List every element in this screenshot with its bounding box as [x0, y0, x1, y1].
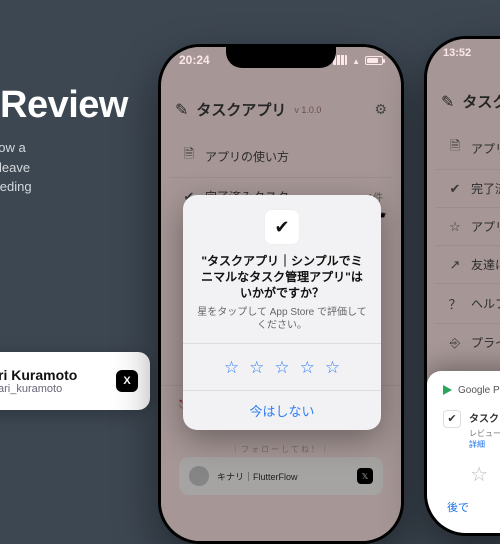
- app-title: タスクアプリ: [196, 99, 286, 120]
- star-icon[interactable]: ☆: [325, 350, 340, 378]
- follow-caption: ｜フォローしてね！｜: [161, 444, 401, 455]
- follow-card[interactable]: キナリ｜FlutterFlow 𝕏: [179, 457, 383, 495]
- store-name: Google Play: [458, 385, 500, 396]
- author-card[interactable]: ri Kuramoto ari_kuramoto X: [0, 352, 150, 410]
- later-button[interactable]: 後で: [439, 493, 500, 515]
- app-icon: ✔︎: [264, 209, 300, 245]
- star-icon: ☆: [445, 219, 465, 235]
- pencil-icon: ✎: [441, 92, 454, 112]
- star-icon[interactable]: ☆: [300, 350, 315, 378]
- menu-label: 友達に紹介する: [471, 256, 500, 273]
- x-icon: X: [116, 370, 138, 392]
- star-rating[interactable]: ☆ ☆ ☆ ☆ ☆: [183, 343, 381, 391]
- more-link[interactable]: 詳細: [469, 440, 485, 449]
- menu-row[interactable]: 🗎 アプリの使い方: [435, 127, 500, 169]
- pencil-icon: ✎: [175, 100, 188, 120]
- android-clock: 13:52: [443, 47, 471, 59]
- menu-row[interactable]: ↗ 友達に紹介する: [435, 245, 500, 283]
- menu-label: アプリの使い方: [471, 140, 500, 157]
- android-review-sheet: Google Play ✔︎ タスクアプリ｜シンプル レビューはデベロッパーとた…: [427, 371, 500, 533]
- menu-label: アプリの使い方: [205, 148, 383, 165]
- menu-label: プライバシーポリシー: [471, 334, 500, 351]
- star-icon[interactable]: ☆: [224, 350, 239, 378]
- ios-phone: 20:24 ✎ タスクアプリ v 1.0.0 ⚙︎ 🗎: [158, 44, 404, 544]
- android-phone: 13:52 ✎ タスクアプリ ⚙︎ 🗎 アプリの使い方 ✔︎ 完了済みタスク: [424, 36, 500, 536]
- star-icon[interactable]: ☆: [249, 350, 264, 378]
- check-icon: ✔︎: [445, 181, 465, 197]
- star-icon[interactable]: ☆: [274, 350, 289, 378]
- google-play-header: Google Play: [439, 383, 500, 406]
- menu-row[interactable]: ？ ヘルプと報告: [435, 283, 500, 323]
- document-icon: 🗎: [179, 145, 199, 167]
- hero-description: n that lets you show a where users can l…: [0, 138, 130, 216]
- x-icon: 𝕏: [357, 468, 373, 484]
- share-icon: ↗: [445, 257, 465, 273]
- author-handle: ari_kuramoto: [0, 383, 106, 395]
- alert-subtitle: 星をタップして App Store で評価してください。: [183, 302, 381, 343]
- ios-notch: [226, 44, 336, 68]
- sheet-description: レビューはデベロッパーとたのアカウント情報と 詳細: [469, 428, 500, 450]
- settings-icon[interactable]: ⚙︎: [374, 101, 387, 118]
- menu-row[interactable]: ⎆ プライバシーポリシー: [435, 323, 500, 361]
- help-icon: ？: [445, 294, 465, 313]
- wifi-icon: [352, 53, 360, 67]
- app-header: ✎ タスクアプリ ⚙︎: [427, 81, 500, 122]
- hero-title: Review: [0, 84, 128, 127]
- author-name: ri Kuramoto: [0, 367, 106, 383]
- sheet-app-title: タスクアプリ｜シンプル: [469, 410, 500, 425]
- app-icon: ✔︎: [443, 410, 461, 428]
- ios-clock: 20:24: [179, 53, 210, 67]
- battery-icon: [365, 56, 383, 65]
- alert-title: "タスクアプリ｜シンプルでミニマルなタスク管理アプリ"はいかがですか？: [183, 253, 381, 302]
- menu-row[interactable]: ✔︎ 完了済みタスク: [435, 169, 500, 207]
- google-play-icon: [443, 385, 452, 395]
- star-icon[interactable]: ☆: [470, 462, 488, 487]
- menu-label: 完了済みタスク: [471, 180, 500, 197]
- ios-review-alert: ✔︎ "タスクアプリ｜シンプルでミニマルなタスク管理アプリ"はいかがですか？ 星…: [183, 195, 381, 430]
- avatar: [189, 466, 209, 486]
- follow-name: キナリ｜FlutterFlow: [217, 470, 298, 483]
- app-header: ✎ タスクアプリ v 1.0.0 ⚙︎: [161, 89, 401, 130]
- menu-label: アプリを評価する: [471, 218, 500, 235]
- menu-label: ヘルプと報告: [471, 295, 500, 312]
- privacy-icon: ⎆: [445, 335, 465, 351]
- app-version: v 1.0.0: [294, 105, 321, 115]
- star-rating[interactable]: ☆ ☆ ☆ ☆ ☆: [439, 450, 500, 493]
- not-now-button[interactable]: 今はしない: [183, 391, 381, 430]
- document-icon: 🗎: [445, 137, 465, 159]
- app-title: タスクアプリ: [462, 91, 500, 112]
- menu-row[interactable]: ☆ アプリを評価する: [435, 207, 500, 245]
- menu-row[interactable]: 🗎 アプリの使い方: [169, 135, 393, 177]
